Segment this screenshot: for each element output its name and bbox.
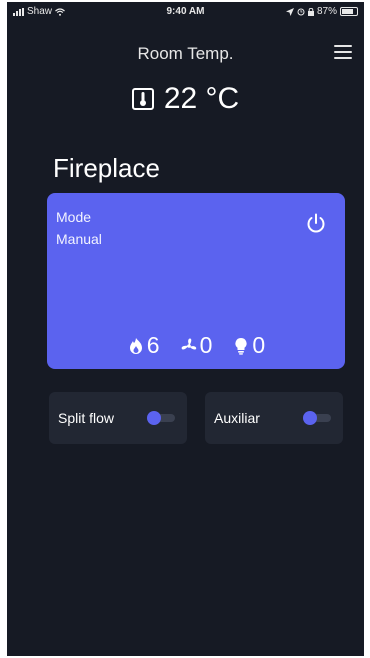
battery-percent: 87% <box>316 6 337 17</box>
light-level[interactable]: 0 <box>232 332 265 359</box>
alarm-icon <box>297 8 305 15</box>
fan-level[interactable]: 0 <box>180 332 213 359</box>
status-right: 87% <box>285 6 358 17</box>
temperature-display: 22 °C <box>7 82 364 116</box>
mode-card[interactable]: Mode Manual 6 0 0 <box>47 193 345 369</box>
location-arrow-icon <box>285 7 294 16</box>
split-flow-label: Split flow <box>58 410 115 426</box>
mode-label: Mode <box>56 209 92 225</box>
app-screen: Shaw 9:40 AM 87% Room Temp. 22 °C Firepl… <box>7 2 364 656</box>
fan-icon <box>181 338 196 350</box>
lock-icon <box>307 7 314 16</box>
auxiliar-label: Auxiliar <box>214 410 260 426</box>
thermometer-icon <box>131 88 154 110</box>
power-icon[interactable] <box>305 212 327 234</box>
bulb-icon <box>235 337 247 355</box>
battery-icon <box>340 7 358 16</box>
status-bar: Shaw 9:40 AM 87% <box>7 2 364 22</box>
stats-row: 6 0 0 <box>47 332 345 359</box>
hamburger-menu-icon[interactable] <box>334 45 352 59</box>
flame-value: 6 <box>146 332 160 358</box>
temperature-value: 22 °C <box>163 82 240 115</box>
page-title: Room Temp. <box>137 44 234 63</box>
split-flow-card[interactable]: Split flow <box>49 392 187 444</box>
bulb-value: 0 <box>252 332 266 358</box>
flame-icon <box>129 337 142 354</box>
section-title: Fireplace <box>53 153 160 183</box>
fan-value: 0 <box>199 332 213 358</box>
auxiliar-card[interactable]: Auxiliar <box>205 392 343 444</box>
flame-level[interactable]: 6 <box>127 332 160 359</box>
split-flow-toggle[interactable] <box>147 411 175 425</box>
auxiliar-toggle[interactable] <box>303 411 331 425</box>
mode-value: Manual <box>56 231 102 247</box>
